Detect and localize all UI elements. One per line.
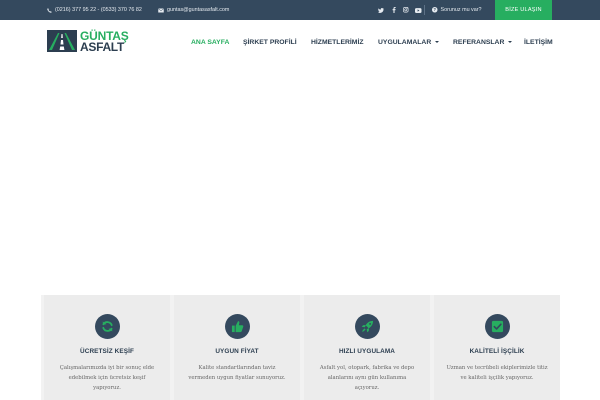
- nav-item-hizmetlerimiz[interactable]: HİZMETLERİMİZ: [311, 20, 363, 64]
- nav-item-sirket-profili[interactable]: ŞİRKET PROFİLİ: [243, 20, 297, 64]
- feature-icon-circle: [224, 314, 250, 339]
- phone-icon: [47, 7, 52, 13]
- chevron-down-icon: [508, 41, 513, 43]
- nav-label: HİZMETLERİMİZ: [311, 38, 364, 46]
- hero-slider: [0, 64, 600, 294]
- feature-description: Çalışmalarımızda iyi bir sonuç elde edeb…: [52, 363, 162, 393]
- nav-label: REFERANSLAR: [453, 38, 505, 46]
- feature-card-fast-application: HIZLI UYGULAMA Asfalt yol, otopark, fabr…: [304, 295, 430, 400]
- refresh-icon: [101, 321, 113, 332]
- feature-card-affordable-price: UYGUN FİYAT Kalite standartlarından tavi…: [174, 295, 300, 400]
- envelope-icon: [158, 7, 164, 12]
- contact-us-button[interactable]: BİZE ULAŞIN: [495, 0, 552, 20]
- check-icon: [491, 320, 503, 333]
- topbar-divider: [424, 5, 425, 15]
- nav-label: ŞİRKET PROFİLİ: [243, 38, 297, 46]
- nav-item-uygulamalar[interactable]: UYGULAMALAR: [378, 20, 440, 64]
- feature-description-line: vermeden uygun fiyatlar sunuyoruz.: [188, 375, 286, 381]
- feature-title: UYGUN FİYAT: [215, 348, 259, 355]
- nav-label: ANA SAYFA: [191, 38, 230, 46]
- feature-description-line: alanlarını aynı gün kullanıma: [327, 375, 407, 381]
- feature-card-free-survey: ÜCRETSİZ KEŞİF Çalışmalarımızda iyi bir …: [44, 295, 170, 400]
- feature-description: Asfalt yol, otopark, fabrika ve depo ala…: [312, 363, 422, 393]
- feature-title: HIZLI UYGULAMA: [338, 348, 396, 355]
- nav-label: UYGULAMALAR: [378, 38, 432, 46]
- feature-icon-circle: [354, 314, 380, 339]
- nav-item-referanslar[interactable]: REFERANSLAR: [453, 20, 513, 64]
- nav-item-iletisim[interactable]: İLETİŞİM: [524, 20, 553, 64]
- nav-item-ana-sayfa[interactable]: ANA SAYFA: [191, 20, 229, 64]
- logo-bottom-text: ASFALT: [80, 39, 124, 54]
- feature-description-line: Kalite standartlarından taviz: [198, 365, 276, 371]
- question-link[interactable]: ? Sorunuz mu var?: [432, 0, 482, 20]
- feature-description: Kalite standartlarından taviz vermeden u…: [182, 363, 292, 383]
- twitter-icon[interactable]: [376, 5, 386, 15]
- nav-label: İLETİŞİM: [524, 38, 553, 46]
- logo-text: GÜNTAŞ ASFALT: [80, 30, 129, 53]
- phone-contact[interactable]: (0216) 377 95 22 - (0533) 370 76 82: [47, 0, 142, 20]
- feature-icon-circle: [94, 314, 120, 339]
- feature-description-line: edebilmek için ücretsiz keşif: [68, 375, 146, 381]
- feature-description-line: Çalışmalarımızda iyi bir sonuç elde: [59, 365, 155, 371]
- email-contact[interactable]: guntas@guntasasfalt.com: [158, 0, 229, 20]
- feature-card-quality-workmanship: KALİTELİ İŞÇİLİK Uzman ve tecrübeli ekip…: [434, 295, 560, 400]
- phone-numbers: (0216) 377 95 22 - (0533) 370 76 82: [55, 7, 142, 13]
- email-address: guntas@guntasasfalt.com: [167, 7, 230, 13]
- features-section: ÜCRETSİZ KEŞİF Çalışmalarımızda iyi bir …: [41, 295, 560, 400]
- feature-description-line: ve kaliteli işçilik yapıyoruz.: [460, 375, 534, 381]
- road-logo-icon: [47, 30, 77, 52]
- chevron-down-icon: [435, 41, 440, 43]
- feature-description-line: Uzman ve tecrübeli ekiplerimizle titiz: [446, 365, 548, 371]
- top-bar: (0216) 377 95 22 - (0533) 370 76 82 gunt…: [0, 0, 600, 20]
- feature-description-line: Asfalt yol, otopark, fabrika ve depo: [319, 365, 415, 371]
- thumbs-up-icon: [231, 321, 243, 333]
- site-header: GÜNTAŞ ASFALT ANA SAYFA ŞİRKET PROFİLİ H…: [0, 20, 600, 64]
- youtube-icon[interactable]: [414, 5, 424, 15]
- feature-description: Uzman ve tecrübeli ekiplerimizle titiz v…: [442, 363, 552, 383]
- instagram-icon[interactable]: [401, 5, 411, 15]
- feature-description-line: yapıyoruz.: [93, 385, 121, 391]
- social-links: [376, 5, 426, 15]
- feature-title: ÜCRETSİZ KEŞİF: [80, 348, 134, 355]
- feature-title: KALİTELİ İŞÇİLİK: [469, 348, 525, 355]
- rocket-icon: [361, 320, 373, 333]
- question-circle-icon: ?: [432, 7, 438, 13]
- logo[interactable]: GÜNTAŞ ASFALT: [47, 30, 129, 53]
- question-text: Sorunuz mu var?: [440, 7, 482, 13]
- feature-icon-circle: [484, 314, 510, 339]
- feature-description-line: açıyoruz.: [354, 385, 380, 391]
- facebook-icon[interactable]: [389, 5, 399, 15]
